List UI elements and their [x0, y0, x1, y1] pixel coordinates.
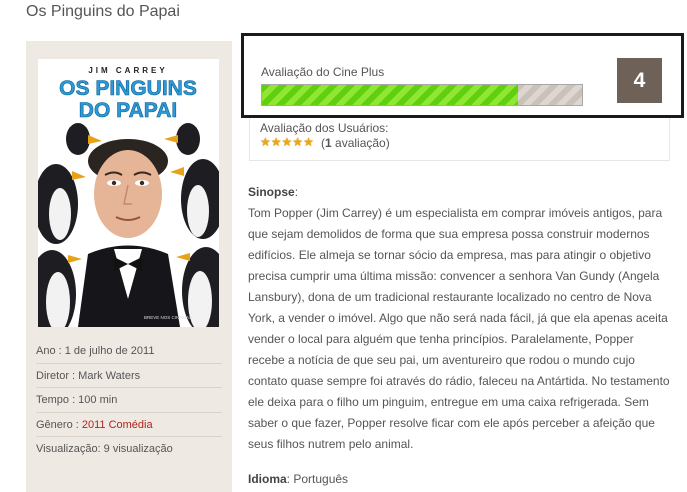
star-icon[interactable]: ★ [271, 136, 282, 148]
page-title: Os Pinguins do Papai [26, 3, 180, 20]
star-icon[interactable]: ★ [282, 136, 293, 148]
star-icon[interactable]: ★ [303, 136, 314, 148]
poster-footer: BREVE NOS CINEMAS [144, 315, 192, 320]
synopsis-text: Tom Popper (Jim Carrey) é um especialist… [248, 206, 670, 451]
cine-plus-rating-label: Avaliação do Cine Plus [261, 65, 385, 79]
language-label: Idioma [248, 472, 287, 486]
detail-runtime: Tempo : 100 min [36, 388, 222, 413]
genre-label: Gênero : [36, 418, 82, 431]
user-rating-panel: Avaliação dos Usuários: ★ ★ ★ ★ ★ (1 avaliaç… [249, 118, 670, 161]
language-value: : Português [286, 472, 349, 486]
movie-poster[interactable]: JIM CARREY OS PINGUINS DO PAPAI BREVE NO… [38, 59, 219, 327]
user-rating-label: Avaliação dos Usuários: [260, 121, 389, 135]
rating-progress-fill [262, 85, 518, 105]
user-rating-stars[interactable]: ★ ★ ★ ★ ★ [260, 136, 314, 148]
detail-genre: Gênero : 2011 Comédia [36, 413, 222, 437]
poster-artwork: JIM CARREY OS PINGUINS DO PAPAI BREVE NO… [38, 59, 219, 327]
genre-link[interactable]: 2011 Comédia [82, 419, 153, 431]
detail-year: Ano : 1 de julho de 2011 [36, 339, 222, 364]
language-row: Idioma: Português [248, 472, 348, 486]
rating-progress-bar [261, 84, 583, 106]
user-rating-number: 1 [325, 136, 332, 150]
movie-details: Ano : 1 de julho de 2011 Diretor : Mark … [36, 339, 222, 462]
rating-score-badge: 4 [617, 58, 662, 103]
cine-plus-rating-panel: Avaliação do Cine Plus 4 [241, 33, 684, 118]
movie-sidebar: JIM CARREY OS PINGUINS DO PAPAI BREVE NO… [26, 41, 232, 492]
detail-director: Diretor : Mark Waters [36, 364, 222, 388]
synopsis-colon: : [294, 185, 299, 199]
synopsis-heading: Sinopse [248, 185, 295, 199]
poster-title-line2: DO PAPAI [79, 99, 177, 122]
poster-actor: JIM CARREY [88, 66, 167, 75]
poster-title-line1: OS PINGUINS [59, 77, 197, 100]
synopsis-section: Sinopse: Tom Popper (Jim Carrey) é um es… [248, 182, 673, 455]
user-rating-suffix: avaliação) [331, 136, 390, 150]
user-rating-count: (1 avaliação) [321, 136, 390, 150]
detail-views: Visualização: 9 visualização [36, 443, 173, 455]
star-icon[interactable]: ★ [260, 136, 271, 148]
star-icon[interactable]: ★ [292, 136, 303, 148]
